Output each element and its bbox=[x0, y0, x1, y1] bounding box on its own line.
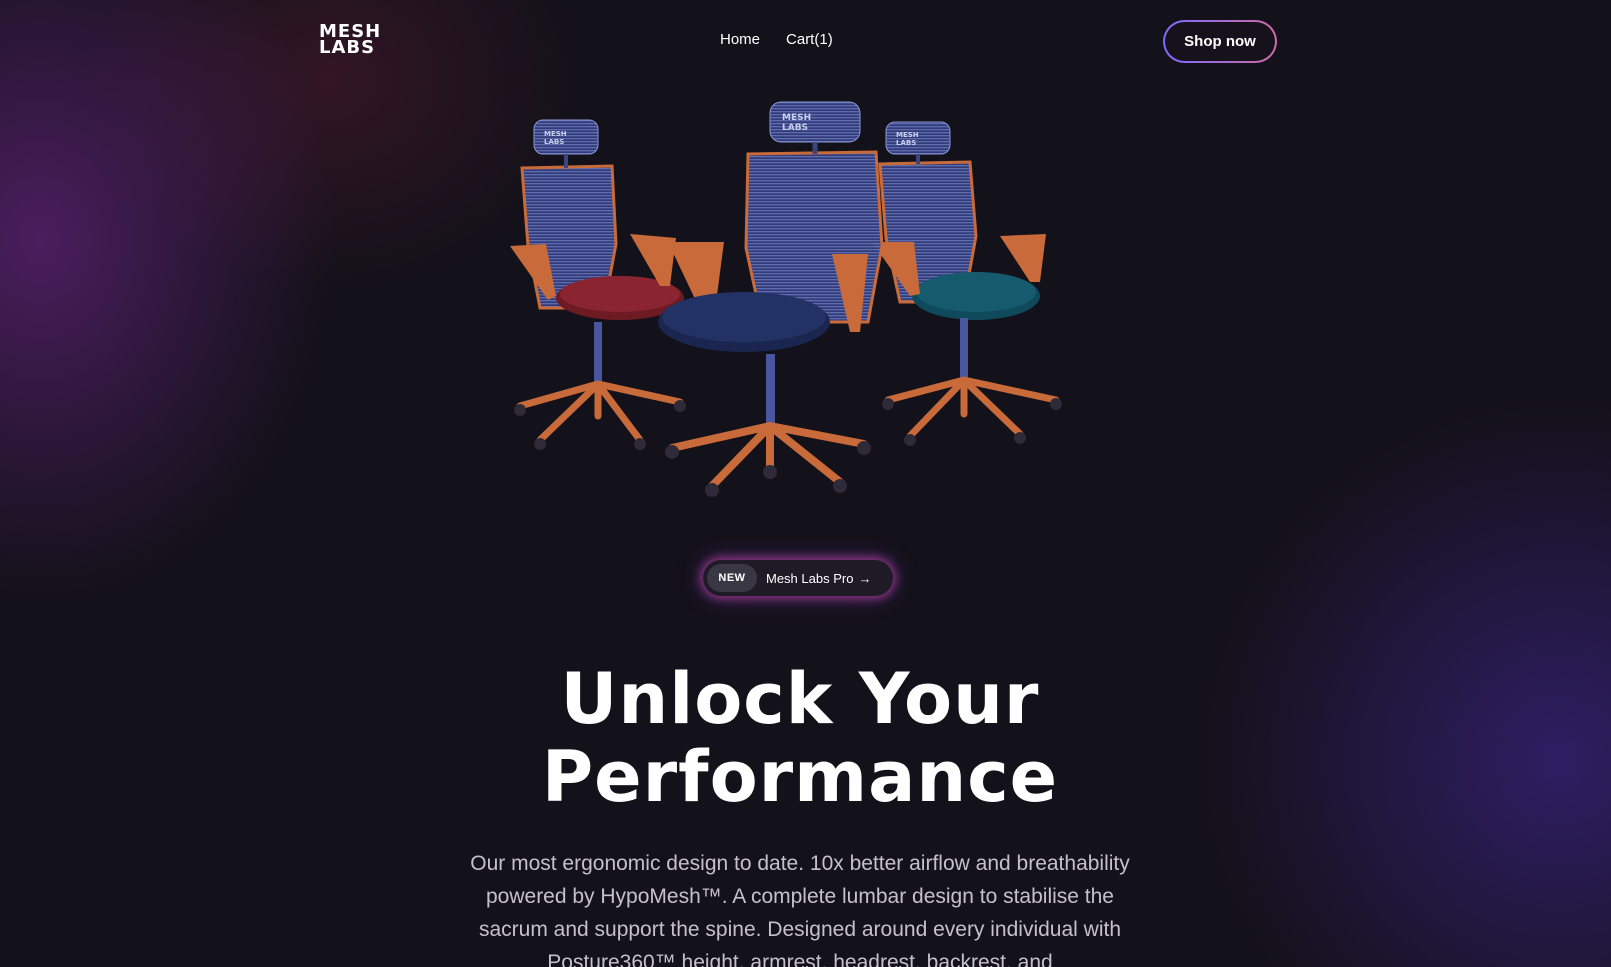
badge-label: Mesh Labs Pro bbox=[766, 570, 854, 586]
svg-text:LABS: LABS bbox=[896, 139, 916, 147]
svg-text:MESH: MESH bbox=[544, 130, 567, 138]
mesh-labs-logo[interactable]: MESH LABS bbox=[319, 23, 393, 58]
hero-headline: Unlock Your Performance bbox=[400, 660, 1200, 816]
hero-chairs-image: MESH LABS MESH LABS MESH LABS bbox=[510, 101, 1062, 497]
shop-now-label: Shop now bbox=[1165, 22, 1275, 61]
headline-line-2: Performance bbox=[541, 736, 1059, 818]
new-tag: NEW bbox=[707, 564, 757, 592]
landing-page: MESH LABS Home Cart(1) Shop now MESH LAB… bbox=[0, 0, 1611, 967]
nav-links: Home Cart(1) bbox=[720, 31, 833, 48]
nav-link-cart[interactable]: Cart(1) bbox=[786, 31, 833, 48]
svg-text:MESH: MESH bbox=[782, 113, 811, 123]
arrow-right-icon: → bbox=[858, 570, 872, 586]
hero-description: Our most ergonomic design to date. 10x b… bbox=[470, 852, 1130, 967]
svg-text:LABS: LABS bbox=[544, 138, 564, 146]
chair-center: MESH LABS bbox=[658, 101, 884, 497]
shop-now-button[interactable]: Shop now bbox=[1163, 20, 1277, 63]
chair-left: MESH LABS bbox=[510, 119, 686, 450]
svg-text:MESH: MESH bbox=[896, 131, 919, 139]
headline-line-1: Unlock Your bbox=[560, 658, 1040, 740]
logo-line-2: LABS bbox=[319, 37, 376, 58]
svg-text:LABS: LABS bbox=[782, 123, 808, 133]
top-nav: MESH LABS Home Cart(1) Shop now bbox=[0, 0, 1611, 82]
chair-right: MESH LABS bbox=[872, 121, 1062, 446]
new-product-badge[interactable]: NEW Mesh Labs Pro → bbox=[703, 560, 893, 596]
nav-link-home[interactable]: Home bbox=[720, 31, 760, 48]
